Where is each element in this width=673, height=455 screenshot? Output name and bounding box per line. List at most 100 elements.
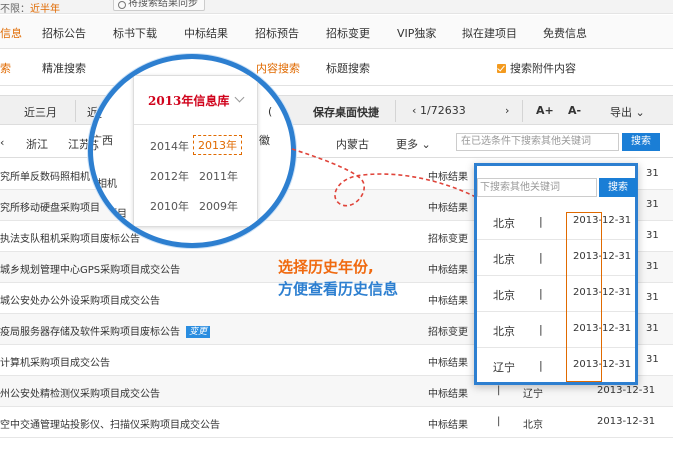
zoom-region: 北京 xyxy=(493,289,515,302)
year-library-title[interactable]: 2013年信息库 xyxy=(148,92,229,109)
row-type: 中标结果 xyxy=(428,172,468,183)
row-title[interactable]: 究所移动硬盘采购项目 xyxy=(0,199,100,214)
row-date: 31 xyxy=(646,230,659,241)
row-divider: | xyxy=(539,359,543,372)
nav-tab-award-results[interactable]: 中标结果 xyxy=(184,25,228,41)
time-filter-label: 不限：近半年 xyxy=(0,4,60,15)
year-magnifier-callout: 近 江苏 广西 徽 ( 究所单反数码照相机 究所移动硬盘采购项目 2013年信息… xyxy=(88,54,296,248)
row-date: 31 xyxy=(646,292,659,303)
search-mode-partial[interactable]: 索 xyxy=(0,60,11,76)
table-row[interactable]: 空中交通管理站投影仪、扫描仪采购项目成交公告 中标结果 | 北京 2013-12-31 xyxy=(0,407,673,438)
divider xyxy=(522,100,523,122)
divider xyxy=(134,124,257,125)
caption-line-2: 方便查看历史信息 xyxy=(278,280,399,298)
mag-bg-text: 徽 xyxy=(259,134,270,147)
row-date: 31 xyxy=(646,261,659,272)
zoom-row: 北京 | 2013-12-31 xyxy=(477,276,635,312)
row-region: 辽宁 xyxy=(523,389,543,400)
nav-tab-info[interactable]: 信息 xyxy=(0,25,22,41)
export-button[interactable]: 导出 ⌄ xyxy=(610,104,645,120)
year-option-2009[interactable]: 2009年 xyxy=(199,198,238,214)
year-option-2011[interactable]: 2011年 xyxy=(199,168,238,184)
prev-page-icon[interactable]: ‹ xyxy=(412,104,416,117)
row-type: 招标变更 xyxy=(428,327,468,338)
change-badge: 变更 xyxy=(186,326,211,338)
zoom-region: 北京 xyxy=(493,325,515,338)
mag-bg-row: 究所单反数码照相机 xyxy=(88,179,117,190)
year-option-2014[interactable]: 2014年 xyxy=(150,138,189,154)
zoom-row: 北京 | 2013-12-31 xyxy=(477,204,635,240)
more-regions-button[interactable]: 更多 ⌄ xyxy=(396,136,431,152)
year-option-2013-selected[interactable]: 2013年 xyxy=(193,135,242,155)
nav-tab-vip[interactable]: VIP独家 xyxy=(397,25,436,41)
save-desktop-shortcut-button[interactable]: 保存桌面快捷 xyxy=(313,104,379,120)
mag-bg-text: 近 xyxy=(91,107,102,120)
nav-tab-bid-docs[interactable]: 标书下载 xyxy=(113,25,157,41)
row-date: 2013-12-31 xyxy=(597,416,656,427)
row-type: 中标结果 xyxy=(428,389,468,400)
row-title[interactable]: 城公安处办公外设采购项目成交公告 xyxy=(0,292,160,307)
nav-tab-free-info[interactable]: 免费信息 xyxy=(543,25,587,41)
nav-tab-tender-preview[interactable]: 招标预告 xyxy=(255,25,299,41)
row-divider: | xyxy=(539,215,543,228)
row-title[interactable]: 计算机采购项目成交公告 xyxy=(0,354,110,369)
row-date: 31 xyxy=(646,354,659,365)
zoom-region: 辽宁 xyxy=(493,361,515,374)
refine-search-button[interactable]: 搜索 xyxy=(622,133,660,151)
next-page-icon[interactable]: › xyxy=(505,104,509,117)
row-title[interactable]: 州公安处精检测仪采购项目成交公告 xyxy=(0,385,160,400)
chevron-down-icon[interactable] xyxy=(234,92,245,103)
row-date: 31 xyxy=(646,199,659,210)
year-option-2012[interactable]: 2012年 xyxy=(150,168,189,184)
row-title[interactable]: 城乡规划管理中心GPS采购项目成交公告 xyxy=(0,261,180,276)
main-nav: 信息 招标公告 标书下载 中标结果 招标预告 招标变更 VIP独家 拟在建项目 … xyxy=(0,15,673,49)
row-type: 中标结果 xyxy=(428,265,468,276)
mag-bg-region: 广西 xyxy=(91,134,113,147)
zoom-search-button[interactable]: 搜索 xyxy=(599,178,637,197)
page-indicator: 1/72633 xyxy=(420,104,466,117)
row-type: 中标结果 xyxy=(428,203,468,214)
font-decrease-button[interactable]: A- xyxy=(568,104,581,117)
year-option-2010[interactable]: 2010年 xyxy=(150,198,189,214)
search-mode-title[interactable]: 标题搜索 xyxy=(326,60,370,76)
top-strip: 不限：近半年 将搜索结果同步 xyxy=(0,0,673,15)
region-jiangsu[interactable]: 江苏 xyxy=(68,136,90,152)
region-zhejiang[interactable]: 浙江 xyxy=(26,136,48,152)
row-type: 中标结果 xyxy=(428,296,468,307)
zoom-row: 辽宁 | 2013-12-31 xyxy=(477,348,635,384)
row-date: 31 xyxy=(646,323,659,334)
font-increase-button[interactable]: A+ xyxy=(536,104,554,117)
zoom-row: 北京 | 2013-12-31 xyxy=(477,240,635,276)
row-divider: | xyxy=(539,287,543,300)
row-divider: | xyxy=(497,416,501,427)
range-three-months[interactable]: 近三月 xyxy=(24,104,57,120)
zoom-search-input[interactable]: 下搜索其他关键词 xyxy=(477,178,597,197)
filter-arrow-icon[interactable]: ‹ xyxy=(0,136,4,149)
date-highlight-box xyxy=(566,212,602,382)
row-title[interactable]: 疫局服务器存储及软件采购项目废标公告 变更 xyxy=(0,323,211,338)
nav-tab-planned-projects[interactable]: 拟在建项目 xyxy=(462,25,517,41)
attachment-search-toggle[interactable]: 搜索附件内容 xyxy=(497,60,576,76)
zoom-region: 北京 xyxy=(493,217,515,230)
row-type: 中标结果 xyxy=(428,420,468,431)
row-type: 招标变更 xyxy=(428,234,468,245)
row-title[interactable]: 空中交通管理站投影仪、扫描仪采购项目成交公告 xyxy=(0,416,220,431)
checkbox-icon xyxy=(497,64,506,73)
year-library-dropdown[interactable]: 2013年信息库 2014年 2013年 2012年 2011年 2010年 2… xyxy=(133,75,258,227)
zoom-region: 北京 xyxy=(493,253,515,266)
row-divider: | xyxy=(539,323,543,336)
nav-tab-tender-change[interactable]: 招标变更 xyxy=(326,25,370,41)
row-date: 2013-12-31 xyxy=(597,385,656,396)
divider xyxy=(395,100,396,122)
sync-results-button[interactable]: 将搜索结果同步 xyxy=(113,0,205,11)
feature-caption: 选择历史年份, 方便查看历史信息 xyxy=(278,256,428,300)
row-title[interactable]: 究所单反数码照相机 xyxy=(0,168,90,183)
search-mode-precise[interactable]: 精准搜索 xyxy=(42,60,86,76)
date-zoom-callout: 下搜索其他关键词 搜索 北京 | 2013-12-31 北京 | 2013-12-31 … xyxy=(474,163,638,385)
row-date: 31 xyxy=(646,168,659,179)
refine-search-input[interactable]: 在已选条件下搜索其他关键词 xyxy=(456,133,619,151)
nav-tab-tender-notice[interactable]: 招标公告 xyxy=(42,25,86,41)
mag-bg-row: 究所移动硬盘采购项目 xyxy=(93,209,127,220)
row-region: 北京 xyxy=(523,420,543,431)
region-inner-mongolia[interactable]: 内蒙古 xyxy=(336,136,369,152)
